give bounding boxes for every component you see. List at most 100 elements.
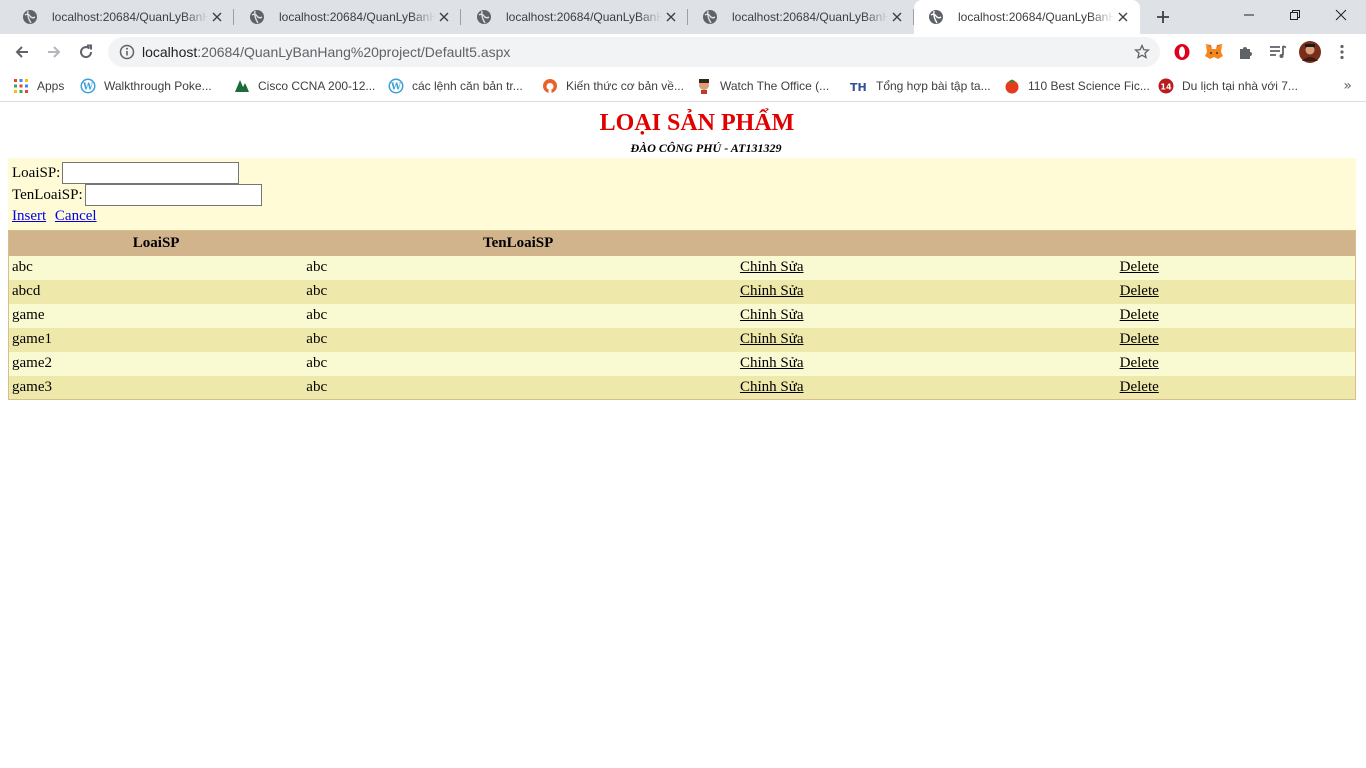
reload-button[interactable] — [72, 38, 100, 66]
cell-loaisp: game1 — [8, 327, 304, 352]
bookmark-item[interactable]: A Cisco CCNA 200-12... — [234, 76, 375, 96]
svg-text:TH: TH — [850, 81, 867, 92]
star-icon[interactable] — [1134, 44, 1150, 60]
tab-separator — [460, 9, 461, 25]
minimize-icon — [1244, 14, 1254, 16]
metamask-extension-icon[interactable] — [1204, 42, 1224, 62]
delete-link[interactable]: Delete — [1120, 307, 1159, 323]
page-subtitle: ĐÀO CÔNG PHÚ - AT131329 — [630, 141, 782, 155]
cell-tenloaisp: abc — [303, 255, 733, 280]
opera-extension-icon[interactable] — [1172, 42, 1192, 62]
cell-delete: Delete — [1112, 255, 1356, 280]
apps-grid-icon — [13, 78, 29, 94]
cell-edit: Chỉnh Sửa — [732, 255, 1113, 280]
bookmark-item[interactable]: 110 Best Science Fic... — [1004, 76, 1150, 96]
browser-tab[interactable]: localhost:20684/QuanLyBanHang%20project/… — [235, 0, 461, 34]
globe-icon — [477, 10, 491, 24]
browser-tab[interactable]: localhost:20684/QuanLyBanHang%20project/… — [462, 0, 688, 34]
tab-title: localhost:20684/QuanLyBanHang%20project/… — [279, 10, 435, 24]
edit-link[interactable]: Chỉnh Sửa — [740, 379, 804, 395]
cell-loaisp: game — [8, 303, 304, 328]
minimize-button[interactable] — [1226, 0, 1272, 30]
new-tab-button[interactable] — [1151, 5, 1175, 29]
table-header-row: LoaiSP TenLoaiSP — [8, 230, 1356, 256]
close-icon[interactable] — [437, 10, 451, 24]
bookmark-item[interactable]: TH Tổng hợp bài tập ta... — [850, 76, 991, 96]
close-icon[interactable] — [890, 10, 904, 24]
forward-button[interactable] — [40, 38, 68, 66]
bookmark-label: Tổng hợp bài tập ta... — [876, 79, 991, 93]
tab-title: localhost:20684/QuanLyBanHang%20project/… — [958, 10, 1114, 24]
cell-delete: Delete — [1112, 351, 1356, 376]
address-bar[interactable]: localhost:20684/QuanLyBanHang%20project/… — [108, 37, 1160, 67]
tenloaisp-input[interactable] — [84, 184, 262, 206]
bookmarks-overflow-chevron-icon[interactable]: » — [1343, 78, 1352, 94]
delete-link[interactable]: Delete — [1120, 379, 1159, 395]
table-row: game1 abc Chỉnh Sửa Delete — [8, 327, 1356, 352]
table-row: abcd abc Chỉnh Sửa Delete — [8, 279, 1356, 304]
media-control-icon[interactable] — [1268, 42, 1288, 62]
edit-link[interactable]: Chỉnh Sửa — [740, 331, 804, 347]
chrome-menu-icon[interactable] — [1332, 42, 1352, 62]
loaisp-input[interactable] — [62, 162, 240, 184]
delete-link[interactable]: Delete — [1120, 355, 1159, 371]
bookmark-label: 110 Best Science Fic... — [1028, 79, 1150, 93]
bookmark-item[interactable]: Kiến thức cơ bản về... — [542, 76, 684, 96]
delete-link[interactable]: Delete — [1120, 331, 1159, 347]
insert-link[interactable]: Insert — [12, 208, 46, 224]
cell-tenloaisp: abc — [303, 327, 733, 352]
bookmark-item[interactable]: W các lệnh căn bản tr... — [388, 76, 523, 96]
cell-loaisp: abc — [8, 255, 304, 280]
edit-link[interactable]: Chỉnh Sửa — [740, 307, 804, 323]
header-edit — [732, 230, 1113, 256]
url-host: localhost — [142, 44, 198, 60]
wordpress-icon: W — [388, 78, 404, 94]
browser-tab[interactable]: localhost:20684/QuanLyBanHang%20project/… — [688, 0, 914, 34]
delete-link[interactable]: Delete — [1120, 259, 1159, 275]
cell-delete: Delete — [1112, 327, 1356, 352]
close-icon[interactable] — [1116, 10, 1130, 24]
bookmark-label: các lệnh căn bản tr... — [412, 79, 523, 93]
edit-link[interactable]: Chỉnh Sửa — [740, 355, 804, 371]
bookmark-item[interactable]: Watch The Office (... — [696, 76, 829, 96]
loaisp-row: LoaiSP: — [12, 162, 240, 184]
bookmark-apps[interactable]: Apps — [13, 76, 64, 96]
bookmark-label: Du lịch tại nhà với 7... — [1182, 79, 1298, 93]
bookmark-label: Apps — [37, 79, 65, 93]
cell-edit: Chỉnh Sửa — [732, 375, 1113, 400]
close-icon[interactable] — [210, 10, 224, 24]
wordpress-icon: W — [80, 78, 96, 94]
pa-logo-icon: A — [234, 78, 250, 94]
bookmark-label: Kiến thức cơ bản về... — [566, 79, 684, 93]
restore-button[interactable] — [1272, 0, 1318, 30]
back-button[interactable] — [8, 38, 36, 66]
header-delete — [1112, 230, 1356, 256]
cancel-link[interactable]: Cancel — [55, 208, 97, 224]
edit-link[interactable]: Chỉnh Sửa — [740, 259, 804, 275]
bookmark-item[interactable]: W Walkthrough Poke... — [80, 76, 212, 96]
cell-tenloaisp: abc — [303, 279, 733, 304]
browser-tab-active[interactable]: localhost:20684/QuanLyBanHang%20project/… — [914, 0, 1140, 34]
bookmark-item[interactable]: 14 Du lịch tại nhà với 7... — [1158, 76, 1298, 96]
bookmark-label: Walkthrough Poke... — [104, 79, 212, 93]
close-icon[interactable] — [664, 10, 678, 24]
browser-toolbar: localhost:20684/QuanLyBanHang%20project/… — [0, 34, 1366, 70]
puzzle-extensions-icon[interactable] — [1236, 42, 1256, 62]
url-path: :20684/QuanLyBanHang%20project/Default5.… — [197, 44, 511, 60]
edit-link[interactable]: Chỉnh Sửa — [740, 283, 804, 299]
window-close-button[interactable] — [1318, 0, 1364, 30]
cell-loaisp: game2 — [8, 351, 304, 376]
cell-loaisp: game3 — [8, 375, 304, 400]
svg-text:W: W — [390, 83, 402, 93]
cell-delete: Delete — [1112, 303, 1356, 328]
table-row: game3 abc Chỉnh Sửa Delete — [8, 375, 1356, 400]
browser-tab[interactable]: localhost:20684/QuanLyBanHang%20project/… — [8, 0, 234, 34]
delete-link[interactable]: Delete — [1120, 283, 1159, 299]
info-icon[interactable] — [119, 44, 135, 60]
cell-edit: Chỉnh Sửa — [732, 351, 1113, 376]
tenloaisp-row: TenLoaiSP: — [12, 184, 262, 206]
table-row: abc abc Chỉnh Sửa Delete — [8, 255, 1356, 280]
profile-avatar[interactable] — [1299, 41, 1321, 63]
url-text: localhost:20684/QuanLyBanHang%20project/… — [142, 44, 510, 60]
svg-text:14: 14 — [1160, 83, 1172, 92]
